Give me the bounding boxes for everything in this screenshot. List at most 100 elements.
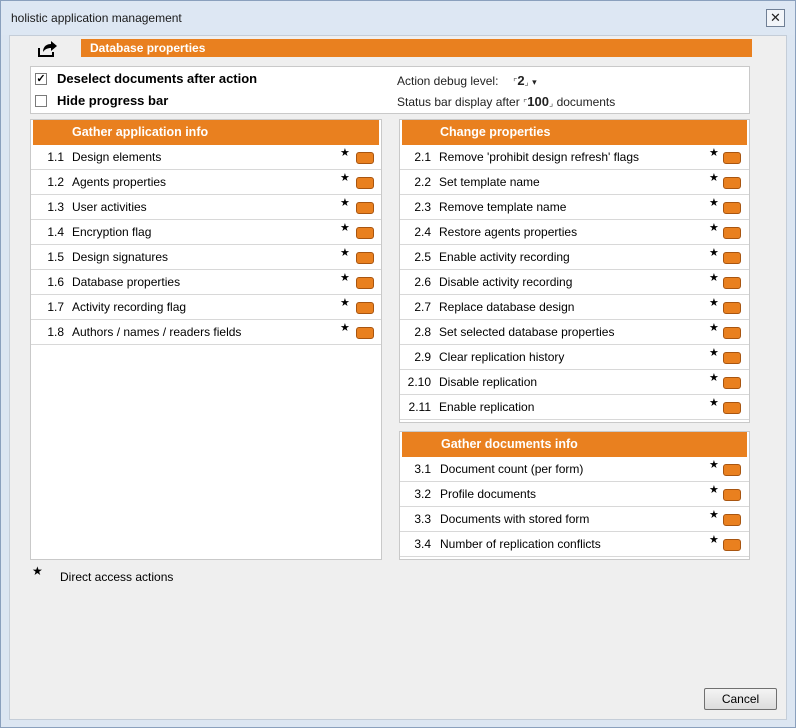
item-label: User activities: [72, 200, 147, 214]
run-action-button[interactable]: [723, 252, 741, 264]
list-item[interactable]: 3.1 Document count (per form) ★: [400, 457, 749, 482]
debug-level-row: Action debug level: ⌜2⌟ ▾: [397, 73, 537, 88]
item-label: Disable activity recording: [439, 275, 573, 289]
list-item[interactable]: 1.1 Design elements ★: [31, 145, 381, 170]
list-item[interactable]: 2.11 Enable replication ★: [400, 395, 749, 420]
hide-progress-label: Hide progress bar: [57, 93, 169, 108]
list-item[interactable]: 1.3 User activities ★: [31, 195, 381, 220]
item-label: Enable replication: [439, 400, 535, 414]
list-item[interactable]: 2.4 Restore agents properties ★: [400, 220, 749, 245]
item-number: 2.5: [414, 250, 431, 264]
item-label: Restore agents properties: [439, 225, 578, 239]
run-action-button[interactable]: [356, 277, 374, 289]
item-label: Set selected database properties: [439, 325, 615, 339]
status-bar-value[interactable]: 100: [527, 94, 549, 109]
list-item[interactable]: 1.4 Encryption flag ★: [31, 220, 381, 245]
run-action-button[interactable]: [723, 152, 741, 164]
item-number: 2.2: [414, 175, 431, 189]
star-icon: ★: [709, 372, 719, 384]
run-action-button[interactable]: [723, 377, 741, 389]
hide-progress-checkbox[interactable]: [35, 94, 47, 107]
item-label: Set template name: [439, 175, 540, 189]
deselect-option[interactable]: ✓ Deselect documents after action: [35, 71, 257, 86]
run-action-button[interactable]: [723, 539, 741, 551]
item-number: 3.2: [414, 487, 431, 501]
star-icon: ★: [340, 147, 350, 159]
run-action-button[interactable]: [723, 489, 741, 501]
run-action-button[interactable]: [723, 352, 741, 364]
list-item[interactable]: 2.6 Disable activity recording ★: [400, 270, 749, 295]
item-label: Number of replication conflicts: [440, 537, 601, 551]
item-number: 2.7: [414, 300, 431, 314]
run-action-button[interactable]: [723, 464, 741, 476]
run-action-button[interactable]: [356, 202, 374, 214]
star-icon: ★: [340, 222, 350, 234]
list-item[interactable]: 2.2 Set template name ★: [400, 170, 749, 195]
run-action-button[interactable]: [356, 302, 374, 314]
deselect-checkbox[interactable]: ✓: [35, 72, 47, 85]
run-action-button[interactable]: [723, 227, 741, 239]
gather-documents-header: Gather documents info: [402, 432, 747, 457]
item-label: Document count (per form): [440, 462, 584, 476]
status-bar-label: Status bar display after: [397, 95, 520, 109]
item-number: 1.2: [47, 175, 64, 189]
list-item[interactable]: 1.7 Activity recording flag ★: [31, 295, 381, 320]
list-item[interactable]: 1.2 Agents properties ★: [31, 170, 381, 195]
page-title: Database properties: [81, 39, 752, 57]
list-item[interactable]: 2.8 Set selected database properties ★: [400, 320, 749, 345]
run-action-button[interactable]: [356, 227, 374, 239]
star-icon: ★: [709, 347, 719, 359]
star-icon: ★: [709, 322, 719, 334]
item-label: Design elements: [72, 150, 162, 164]
chevron-down-icon[interactable]: ▾: [532, 77, 537, 87]
run-action-button[interactable]: [356, 177, 374, 189]
item-number: 2.4: [414, 225, 431, 239]
run-action-button[interactable]: [356, 252, 374, 264]
run-action-button[interactable]: [723, 302, 741, 314]
run-action-button[interactable]: [723, 177, 741, 189]
run-action-button[interactable]: [723, 327, 741, 339]
item-number: 1.3: [47, 200, 64, 214]
list-item[interactable]: 2.9 Clear replication history ★: [400, 345, 749, 370]
item-label: Encryption flag: [72, 225, 152, 239]
list-item[interactable]: 3.4 Number of replication conflicts ★: [400, 532, 749, 557]
star-icon: ★: [340, 197, 350, 209]
list-item[interactable]: 2.10 Disable replication ★: [400, 370, 749, 395]
close-button[interactable]: ✕: [766, 9, 785, 27]
list-item[interactable]: 3.2 Profile documents ★: [400, 482, 749, 507]
star-icon: ★: [32, 564, 43, 578]
run-action-button[interactable]: [723, 514, 741, 526]
title-bar: holistic application management ✕: [1, 1, 795, 35]
item-label: Replace database design: [439, 300, 575, 314]
list-item[interactable]: 3.3 Documents with stored form ★: [400, 507, 749, 532]
star-icon: ★: [709, 509, 719, 521]
hide-progress-option[interactable]: Hide progress bar: [35, 93, 168, 108]
item-label: Profile documents: [440, 487, 537, 501]
status-bar-suffix: documents: [556, 95, 616, 109]
star-icon: ★: [709, 297, 719, 309]
run-action-button[interactable]: [723, 277, 741, 289]
item-number: 2.1: [414, 150, 431, 164]
list-item[interactable]: 1.6 Database properties ★: [31, 270, 381, 295]
item-number: 1.4: [47, 225, 64, 239]
run-action-button[interactable]: [356, 327, 374, 339]
list-item[interactable]: 2.7 Replace database design ★: [400, 295, 749, 320]
star-icon: ★: [709, 247, 719, 259]
run-action-button[interactable]: [723, 402, 741, 414]
list-item[interactable]: 1.5 Design signatures ★: [31, 245, 381, 270]
star-icon: ★: [340, 322, 350, 334]
list-item[interactable]: 2.5 Enable activity recording ★: [400, 245, 749, 270]
item-number: 2.9: [414, 350, 431, 364]
gather-application-panel: Gather application info 1.1 Design elemen…: [30, 119, 382, 560]
list-item[interactable]: 1.8 Authors / names / readers fields ★: [31, 320, 381, 345]
run-action-button[interactable]: [723, 202, 741, 214]
list-item[interactable]: 2.1 Remove 'prohibit design refresh' flag…: [400, 145, 749, 170]
legend-text: Direct access actions: [60, 570, 174, 584]
share-arrow-icon[interactable]: [37, 40, 59, 58]
cancel-button[interactable]: Cancel: [704, 688, 777, 710]
list-item[interactable]: 2.3 Remove template name ★: [400, 195, 749, 220]
debug-level-value[interactable]: 2: [517, 73, 524, 88]
run-action-button[interactable]: [356, 152, 374, 164]
star-icon: ★: [340, 272, 350, 284]
item-number: 1.7: [47, 300, 64, 314]
